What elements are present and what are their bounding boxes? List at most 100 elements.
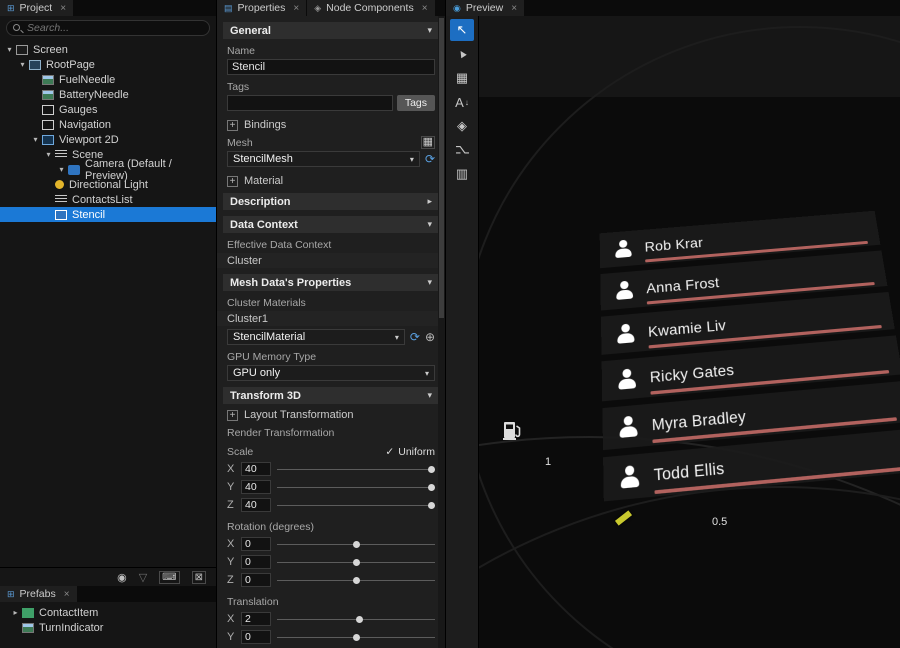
uniform-checkbox[interactable]: ✓ Uniform xyxy=(385,446,435,458)
layers-button[interactable]: ◈ xyxy=(450,115,474,137)
tree-item-batteryneedle[interactable]: BatteryNeedle xyxy=(0,87,216,102)
eye-icon[interactable]: ◉ xyxy=(117,571,127,584)
slider-translation-x[interactable] xyxy=(277,612,435,626)
tree-item-navigation[interactable]: Navigation xyxy=(0,117,216,132)
close-icon[interactable]: × xyxy=(64,589,70,600)
section-title: Mesh Data's Properties xyxy=(230,277,351,289)
plus-icon: + xyxy=(227,120,238,131)
chevron-right-icon[interactable]: ▸ xyxy=(9,608,22,617)
chevron-down-icon[interactable]: ▾ xyxy=(427,25,432,36)
gpu-memory-dropdown[interactable]: GPU only ▾ xyxy=(227,365,435,381)
scale-z-input[interactable] xyxy=(241,498,271,512)
text-tool-button[interactable]: A↓ xyxy=(450,91,474,113)
tree-item-contactslist[interactable]: ContactsList xyxy=(0,192,216,207)
node-graph-button[interactable]: ⌥ xyxy=(450,139,474,161)
rotation-x-input[interactable] xyxy=(241,537,271,551)
grid-view-button[interactable]: ▦ xyxy=(450,67,474,89)
slider-scale-x[interactable] xyxy=(277,462,435,476)
tab-preview[interactable]: ◉ Preview × xyxy=(446,0,524,16)
section-mesh-data-properties[interactable]: Mesh Data's Properties ▾ xyxy=(223,274,439,291)
scrollbar-thumb[interactable] xyxy=(439,18,444,318)
prefab-item-contactitem[interactable]: ▸ ContactItem xyxy=(6,605,216,620)
slider-knob[interactable] xyxy=(353,577,360,584)
tags-input[interactable] xyxy=(227,95,393,111)
tree-item-camera[interactable]: ▾ Camera (Default / Preview) xyxy=(0,162,216,177)
slider-scale-z[interactable] xyxy=(277,498,435,512)
cluster-materials-label: Cluster Materials xyxy=(227,297,435,309)
tree-item-screen[interactable]: ▾ Screen xyxy=(0,42,216,57)
close-icon[interactable]: × xyxy=(293,3,299,14)
mesh-dropdown[interactable]: StencilMesh ▾ xyxy=(227,151,420,167)
slider-knob[interactable] xyxy=(428,466,435,473)
chevron-down-icon[interactable]: ▾ xyxy=(16,60,29,69)
chevron-down-icon[interactable]: ▾ xyxy=(55,165,68,174)
tree-item-fuelneedle[interactable]: FuelNeedle xyxy=(0,72,216,87)
prefab-item-turnindicator[interactable]: TurnIndicator xyxy=(6,620,216,635)
close-icon[interactable]: × xyxy=(422,3,428,14)
scale-x-input[interactable] xyxy=(241,462,271,476)
translation-x-input[interactable] xyxy=(241,612,271,626)
section-transform-3d[interactable]: Transform 3D ▾ xyxy=(223,387,439,404)
slider-scale-y[interactable] xyxy=(277,480,435,494)
filter-icon[interactable]: ▽ xyxy=(139,571,147,584)
search-input[interactable] xyxy=(6,20,210,36)
chevron-down-icon[interactable]: ▾ xyxy=(427,277,432,288)
slider-knob[interactable] xyxy=(428,502,435,509)
tree-item-rootpage[interactable]: ▾ RootPage xyxy=(0,57,216,72)
center-scale-label: 0.5 xyxy=(712,516,727,528)
slider-rotation-y[interactable] xyxy=(277,555,435,569)
slider-knob[interactable] xyxy=(353,541,360,548)
tree-item-viewport2d[interactable]: ▾ Viewport 2D xyxy=(0,132,216,147)
slider-knob[interactable] xyxy=(356,616,363,623)
cursor-tool-button[interactable]: ▲ xyxy=(450,43,474,65)
keyboard-icon[interactable]: ⌨ xyxy=(159,571,179,584)
plus-icon: + xyxy=(227,176,238,187)
rotation-y-input[interactable] xyxy=(241,555,271,569)
tab-properties[interactable]: ▤ Properties × xyxy=(217,0,306,16)
close-icon[interactable]: × xyxy=(511,3,517,14)
material-dropdown[interactable]: StencilMaterial ▾ xyxy=(227,329,405,345)
scale-y-input[interactable] xyxy=(241,480,271,494)
person-icon xyxy=(617,368,637,390)
chevron-down-icon[interactable]: ▾ xyxy=(427,219,432,230)
tab-node-components[interactable]: ◈ Node Components × xyxy=(307,0,434,16)
add-material-row[interactable]: + Material xyxy=(227,175,435,187)
close-box-icon[interactable]: ⊠ xyxy=(192,571,206,584)
stats-button[interactable]: ▥ xyxy=(450,163,474,185)
reset-icon[interactable]: ⟳ xyxy=(425,152,435,166)
name-input[interactable] xyxy=(227,59,435,75)
add-bindings-row[interactable]: + Bindings xyxy=(227,119,435,131)
tree-item-gauges[interactable]: Gauges xyxy=(0,102,216,117)
slider-translation-y[interactable] xyxy=(277,630,435,644)
axis-label: Y xyxy=(227,631,235,643)
translation-y-input[interactable] xyxy=(241,630,271,644)
add-layout-transformation-row[interactable]: + Layout Transformation xyxy=(227,409,435,421)
chevron-down-icon[interactable]: ▾ xyxy=(29,135,42,144)
slider-rotation-x[interactable] xyxy=(277,537,435,551)
tree-item-stencil[interactable]: Stencil xyxy=(0,207,216,222)
select-tool-button[interactable]: ↖ xyxy=(450,19,474,41)
tab-prefabs[interactable]: ⊞ Prefabs × xyxy=(0,586,77,602)
tree-item-label: Stencil xyxy=(72,209,105,221)
tab-project[interactable]: ⊞ Project × xyxy=(0,0,73,16)
mesh-browser-icon[interactable]: ▦ xyxy=(421,136,435,149)
properties-scrollbar[interactable] xyxy=(438,16,445,648)
slider-rotation-z[interactable] xyxy=(277,573,435,587)
section-description[interactable]: Description ▸ xyxy=(223,193,439,210)
close-icon[interactable]: × xyxy=(60,3,66,14)
preview-canvas[interactable]: Rob Krar Anna Frost Kwamie Liv Ricky Gat… xyxy=(479,16,900,648)
rotation-z-input[interactable] xyxy=(241,573,271,587)
slider-knob[interactable] xyxy=(353,559,360,566)
section-general[interactable]: General ▾ xyxy=(223,22,439,39)
chevron-right-icon[interactable]: ▸ xyxy=(427,196,432,207)
dropdown-caret-icon: ▾ xyxy=(425,369,429,378)
chevron-down-icon[interactable]: ▾ xyxy=(3,45,16,54)
tags-button[interactable]: Tags xyxy=(397,95,435,111)
slider-knob[interactable] xyxy=(428,484,435,491)
reset-icon[interactable]: ⟳ xyxy=(410,330,420,344)
chevron-down-icon[interactable]: ▾ xyxy=(42,150,55,159)
chevron-down-icon[interactable]: ▾ xyxy=(427,390,432,401)
target-icon[interactable]: ⊕ xyxy=(425,330,435,344)
slider-knob[interactable] xyxy=(353,634,360,641)
section-data-context[interactable]: Data Context ▾ xyxy=(223,216,439,233)
